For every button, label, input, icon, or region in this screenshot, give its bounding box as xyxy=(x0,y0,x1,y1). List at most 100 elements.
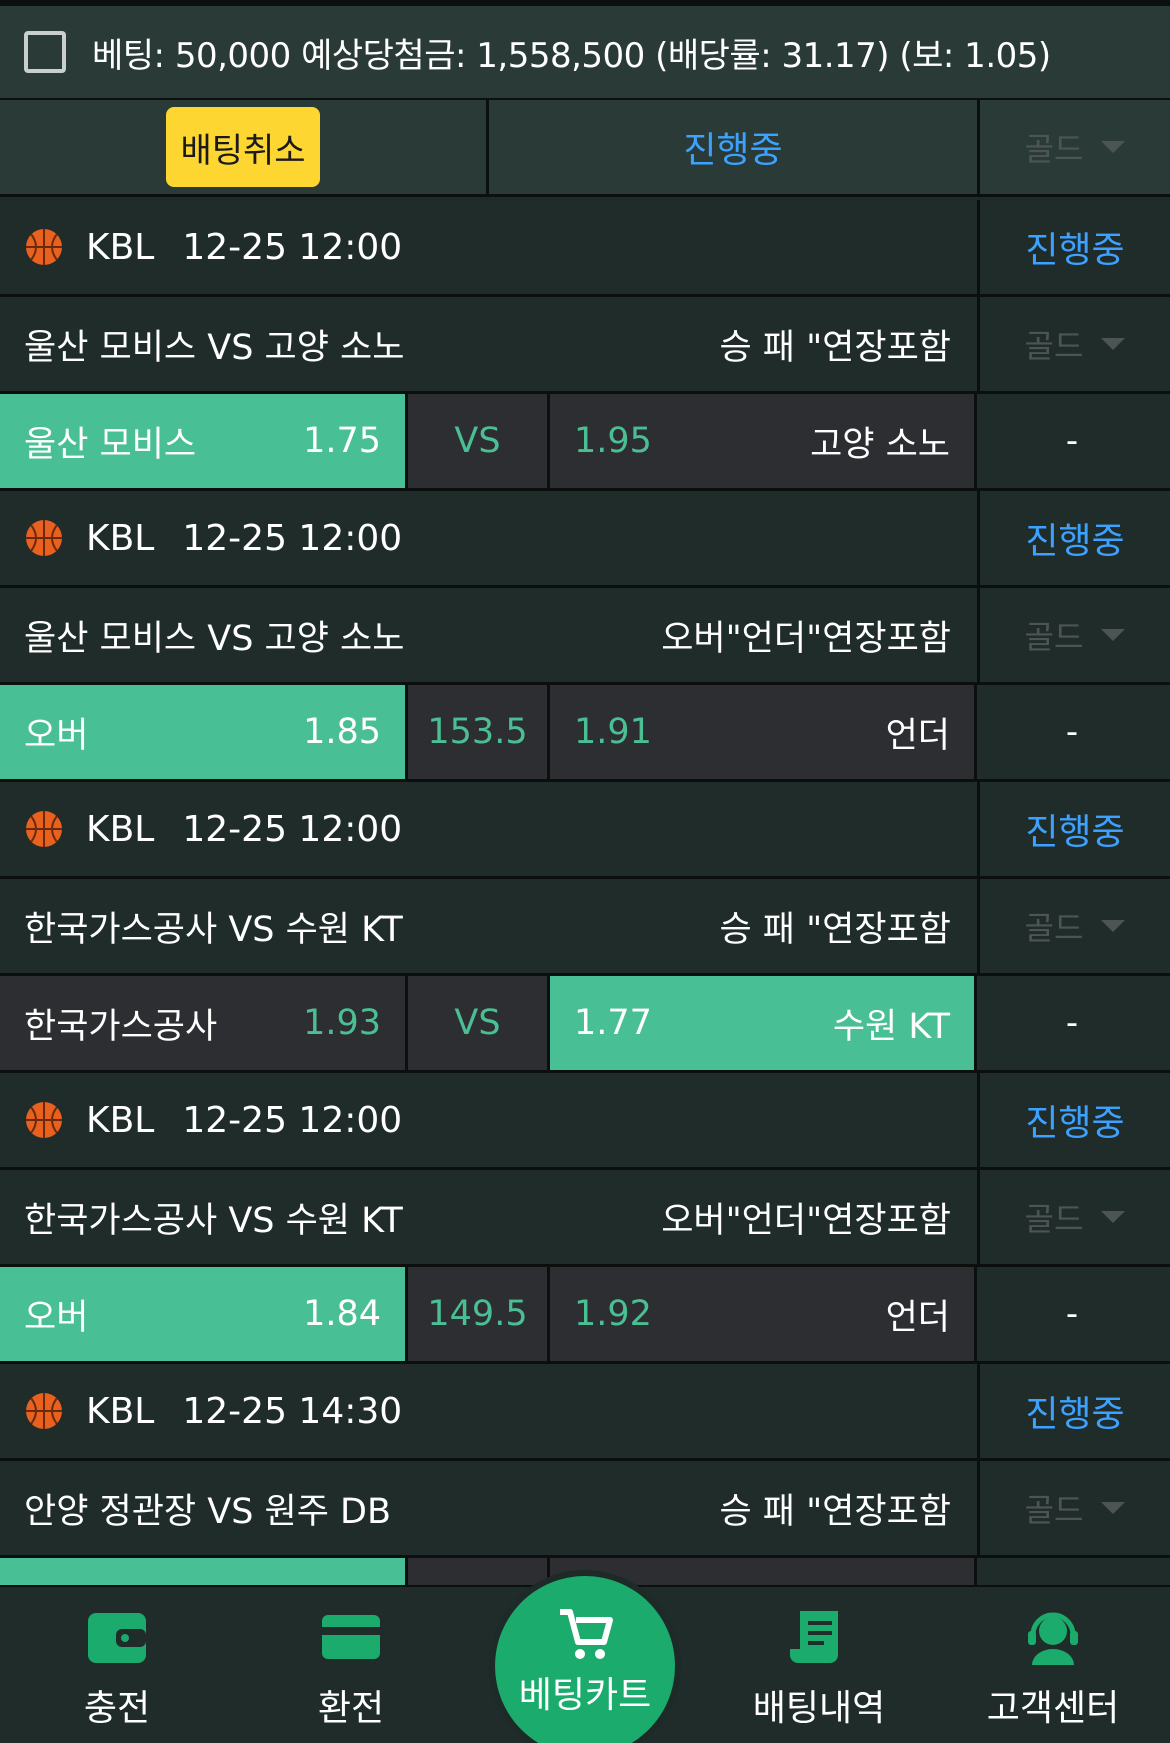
league-name: KBL xyxy=(86,1099,155,1141)
basketball-icon xyxy=(26,520,62,556)
chevron-down-icon xyxy=(1101,1211,1126,1223)
home-team-label: 오버 xyxy=(24,1297,89,1338)
away-odds-button[interactable]: 1.77 수원 KT xyxy=(550,976,974,1070)
home-odds-button[interactable]: 울산 모비스 1.75 xyxy=(0,394,405,488)
action-row: 배팅취소 진행중 골드 xyxy=(0,100,1170,197)
status-link[interactable]: 진행중 xyxy=(1025,803,1124,855)
select-all-checkbox[interactable] xyxy=(24,31,66,73)
extra-value: - xyxy=(1065,421,1079,461)
gold-dropdown[interactable]: 골드 xyxy=(977,588,1170,682)
status-cell: 진행중 xyxy=(977,491,1170,585)
bet-summary-text: 베팅: 50,000 예상당첨금: 1,558,500 (배당률: 31.17)… xyxy=(92,35,1051,76)
status-cell: 진행중 xyxy=(977,1364,1170,1458)
gold-dropdown[interactable]: 골드 xyxy=(977,1170,1170,1264)
odds-row: 한국가스공사 1.93 VS 1.77 수원 KT - xyxy=(0,976,1170,1073)
nav-betcart[interactable]: 베팅카트 xyxy=(495,1576,675,1743)
nav-exchange[interactable]: 환전 xyxy=(234,1607,468,1731)
league-info: KBL 12-25 12:00 xyxy=(0,200,977,294)
extra-value: - xyxy=(1065,1003,1079,1043)
chevron-down-icon xyxy=(1101,141,1126,153)
gold-dropdown-label: 골드 xyxy=(1024,618,1084,656)
market-type: 오버"언더"연장포함 xyxy=(661,1200,951,1241)
extra-value: - xyxy=(1065,712,1079,752)
status-link[interactable]: 진행중 xyxy=(1025,221,1124,273)
market-type: 승 패 "연장포함 xyxy=(719,327,951,368)
nav-support-label: 고객센터 xyxy=(986,1688,1120,1729)
home-odds-button[interactable]: 한국가스공사 1.93 xyxy=(0,976,405,1070)
home-odds-value: 1.75 xyxy=(303,421,381,461)
home-odds-button[interactable]: 오버 1.85 xyxy=(0,685,405,779)
league-row: KBL 12-25 12:00 진행중 xyxy=(0,200,1170,297)
odds-row: 오버 1.85 153.5 1.91 언더 - xyxy=(0,685,1170,782)
away-odds-value: 1.92 xyxy=(574,1294,652,1334)
gold-dropdown-label: 골드 xyxy=(1024,1200,1084,1238)
basketball-icon xyxy=(26,1393,62,1429)
handicap-value: VS xyxy=(405,394,550,488)
league-info: KBL 12-25 12:00 xyxy=(0,1073,977,1167)
odds-row: 울산 모비스 1.75 VS 1.95 고양 소노 - xyxy=(0,394,1170,491)
match-title: 안양 정관장 VS 원주 DB xyxy=(24,1491,392,1532)
home-team-label: 한국가스공사 xyxy=(24,1006,218,1047)
match-row: 울산 모비스 VS 고양 소노 승 패 "연장포함 골드 xyxy=(0,297,1170,394)
status-link[interactable]: 진행중 xyxy=(1025,512,1124,564)
nav-support[interactable]: 고객센터 xyxy=(936,1607,1170,1731)
away-odds-button[interactable]: 1.91 언더 xyxy=(550,685,974,779)
nav-charge[interactable]: 충전 xyxy=(0,1607,234,1731)
match-title: 울산 모비스 VS 고양 소노 xyxy=(24,618,405,659)
home-odds-button[interactable]: 오버 1.84 xyxy=(0,1267,405,1361)
nav-charge-label: 충전 xyxy=(83,1688,151,1729)
nav-history[interactable]: 배팅내역 xyxy=(702,1607,936,1731)
home-odds-value: 1.85 xyxy=(303,712,381,752)
handicap-value: VS xyxy=(405,976,550,1070)
league-row: KBL 12-25 14:30 진행중 xyxy=(0,1364,1170,1461)
status-cell: 진행중 xyxy=(977,782,1170,876)
match-row: 안양 정관장 VS 원주 DB 승 패 "연장포함 골드 xyxy=(0,1461,1170,1558)
handicap-value: 153.5 xyxy=(405,685,550,779)
market-type: 오버"언더"연장포함 xyxy=(661,618,951,659)
match-title: 울산 모비스 VS 고양 소노 xyxy=(24,327,405,368)
cancel-bet-button[interactable]: 배팅취소 xyxy=(166,107,320,187)
gold-dropdown[interactable]: 골드 xyxy=(977,100,1170,194)
extra-cell: - xyxy=(974,394,1167,488)
gold-dropdown-label: 골드 xyxy=(1024,327,1084,365)
match-datetime: 12-25 12:00 xyxy=(182,808,403,850)
home-team-label: 울산 모비스 xyxy=(24,424,197,465)
chevron-down-icon xyxy=(1101,920,1126,932)
gold-dropdown[interactable]: 골드 xyxy=(977,297,1170,391)
league-name: KBL xyxy=(86,226,155,268)
away-team-label: 수원 KT xyxy=(832,1006,950,1047)
match-datetime: 12-25 12:00 xyxy=(182,517,403,559)
market-type: 승 패 "연장포함 xyxy=(719,1491,951,1532)
basketball-icon xyxy=(26,1102,62,1138)
status-link[interactable]: 진행중 xyxy=(1025,1385,1124,1437)
chevron-down-icon xyxy=(1101,1502,1126,1514)
match-info: 한국가스공사 VS 수원 KT 승 패 "연장포함 xyxy=(0,879,977,973)
league-name: KBL xyxy=(86,1390,155,1432)
league-info: KBL 12-25 12:00 xyxy=(0,491,977,585)
gold-dropdown[interactable]: 골드 xyxy=(977,879,1170,973)
wallet-icon xyxy=(88,1613,146,1663)
match-info: 한국가스공사 VS 수원 KT 오버"언더"연장포함 xyxy=(0,1170,977,1264)
extra-value: - xyxy=(1065,1294,1079,1334)
away-team-label: 언더 xyxy=(885,1297,950,1338)
away-odds-button[interactable]: 1.95 고양 소노 xyxy=(550,394,974,488)
extra-cell: - xyxy=(974,1267,1167,1361)
basketball-icon xyxy=(26,811,62,847)
nav-exchange-label: 환전 xyxy=(317,1688,385,1729)
away-odds-value: 1.77 xyxy=(574,1003,652,1043)
away-odds-value: 1.91 xyxy=(574,712,652,752)
league-row: KBL 12-25 12:00 진행중 xyxy=(0,491,1170,588)
basketball-icon xyxy=(26,229,62,265)
status-link[interactable]: 진행중 xyxy=(1025,1094,1124,1146)
gold-dropdown[interactable]: 골드 xyxy=(977,1461,1170,1555)
headset-icon xyxy=(1028,1612,1078,1665)
status-in-progress[interactable]: 진행중 xyxy=(489,100,977,194)
nav-history-label: 배팅내역 xyxy=(752,1688,886,1729)
league-row: KBL 12-25 12:00 진행중 xyxy=(0,1073,1170,1170)
status-cell: 진행중 xyxy=(977,200,1170,294)
away-odds-button[interactable]: 1.92 언더 xyxy=(550,1267,974,1361)
league-name: KBL xyxy=(86,517,155,559)
match-datetime: 12-25 14:30 xyxy=(182,1390,403,1432)
away-team-label: 언더 xyxy=(885,715,950,756)
match-title: 한국가스공사 VS 수원 KT xyxy=(24,1200,403,1241)
